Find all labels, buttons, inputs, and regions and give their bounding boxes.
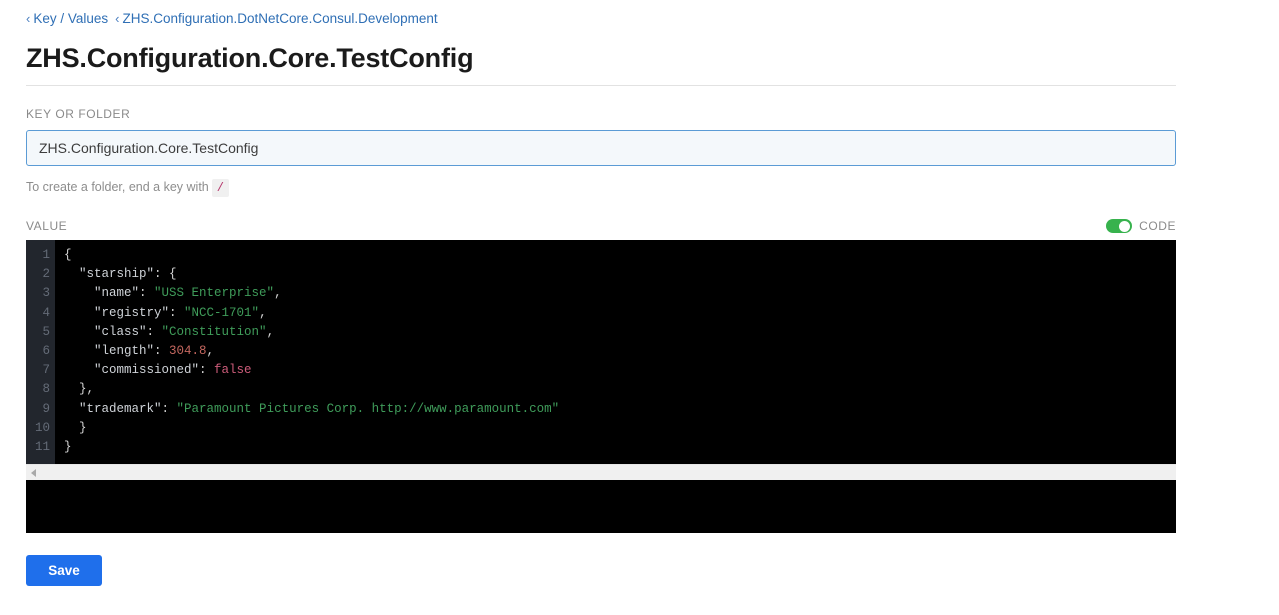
line-number-10: 10 [34, 420, 50, 435]
code-token-punct: , [266, 324, 275, 339]
key-or-folder-input[interactable] [26, 130, 1176, 166]
code-token-punct: : [169, 305, 185, 320]
line-number-9: 9 [42, 401, 50, 416]
code-token-key: "length" [64, 343, 155, 358]
value-code-editor[interactable]: 1 2 3 4 5 6 7 8 9 10 11 { "starship": { "name": "U… [26, 240, 1176, 464]
scroll-left-arrow-icon[interactable] [31, 468, 36, 477]
code-token-punct: } [64, 420, 87, 435]
code-line-3: "name": "USS Enterprise", [64, 284, 1176, 303]
code-token-punct: : [161, 401, 177, 416]
line-number-1: 1 [42, 248, 50, 262]
code-token-str: "Paramount Pictures Corp. http://www.par… [176, 401, 560, 416]
code-line-7: "commissioned": false [64, 361, 1176, 380]
code-token-str: "USS Enterprise" [154, 286, 275, 301]
code-token-bool: false [214, 363, 252, 378]
page-title: ZHS.Configuration.Core.TestConfig [26, 43, 474, 73]
editor-code-area[interactable]: { "starship": { "name": "USS Enterprise"… [55, 240, 1176, 464]
code-token-key: "commissioned" [64, 363, 200, 378]
code-token-key: "starship" [64, 267, 155, 282]
code-token-punct: : [199, 363, 215, 378]
chevron-left-icon: ‹ [26, 11, 31, 26]
code-token-key: "trademark" [64, 401, 162, 416]
toggle-switch-icon[interactable] [1106, 219, 1133, 233]
breadcrumb: ‹ Key / Values ‹ ZHS.Configuration.DotNetCo… [26, 0, 1253, 27]
line-number-11: 11 [34, 439, 50, 454]
code-token-key: "class" [64, 324, 147, 339]
code-line-11: } [64, 438, 1176, 457]
key-value-edit-page: ‹ Key / Values ‹ ZHS.Configuration.DotNetCo… [0, 0, 1279, 615]
code-line-8: }, [64, 380, 1176, 399]
key-helper-slash-badge: / [211, 179, 229, 197]
code-token-punct: , [274, 286, 282, 301]
code-line-9: "trademark": "Paramount Pictures Corp. h… [64, 400, 1176, 419]
code-line-6: "length": 304.8, [64, 342, 1176, 361]
value-label: VALUE [26, 219, 68, 233]
code-token-punct: } [64, 439, 72, 454]
code-token-num: 304.8 [169, 343, 207, 358]
toggle-knob [1119, 220, 1131, 232]
code-token-punct: : [139, 286, 155, 301]
code-line-10: } [64, 419, 1176, 438]
line-number-2: 2 [42, 267, 50, 282]
breadcrumb-item-key-values[interactable]: Key / Values [33, 11, 108, 26]
code-token-punct: : [146, 324, 162, 339]
line-number-7: 7 [42, 363, 50, 378]
key-helper-text: To create a folder, end a key with / [26, 179, 1253, 197]
save-button[interactable]: Save [26, 555, 102, 586]
code-toggle-label: CODE [1139, 219, 1176, 233]
code-token-punct: }, [64, 382, 95, 397]
line-number-8: 8 [42, 382, 50, 397]
key-or-folder-label: KEY OR FOLDER [26, 107, 131, 121]
code-line-1: { [64, 246, 1176, 265]
key-helper-prefix: To create a folder, end a key with [26, 180, 209, 194]
code-token-punct: : { [154, 267, 177, 282]
editor-line-number-gutter: 1 2 3 4 5 6 7 8 9 10 11 [26, 240, 55, 464]
code-token-key: "name" [64, 286, 140, 301]
line-number-4: 4 [42, 305, 50, 320]
chevron-left-icon-2: ‹ [115, 11, 120, 26]
code-token-punct: , [206, 343, 215, 358]
code-line-2: "starship": { [64, 265, 1176, 284]
code-mode-toggle[interactable]: CODE [1106, 219, 1176, 233]
code-token-key: "registry" [64, 305, 170, 320]
line-number-3: 3 [42, 286, 50, 301]
editor-horizontal-scrollbar[interactable] [26, 464, 1176, 480]
breadcrumb-item-parent-folder[interactable]: ZHS.Configuration.DotNetCore.Consul.Deve… [122, 11, 437, 26]
code-line-5: "class": "Constitution", [64, 323, 1176, 342]
line-number-5: 5 [42, 324, 50, 339]
value-raw-panel[interactable] [26, 480, 1176, 533]
code-token-punct: , [259, 305, 267, 320]
line-number-6: 6 [42, 343, 50, 358]
code-token-punct: : [154, 343, 170, 358]
title-divider [26, 85, 1176, 86]
code-line-4: "registry": "NCC-1701", [64, 304, 1176, 323]
value-header-row: VALUE CODE [26, 219, 1176, 233]
code-token-punct: { [64, 248, 72, 262]
code-token-str: "Constitution" [161, 324, 267, 339]
code-token-str: "NCC-1701" [184, 305, 260, 320]
